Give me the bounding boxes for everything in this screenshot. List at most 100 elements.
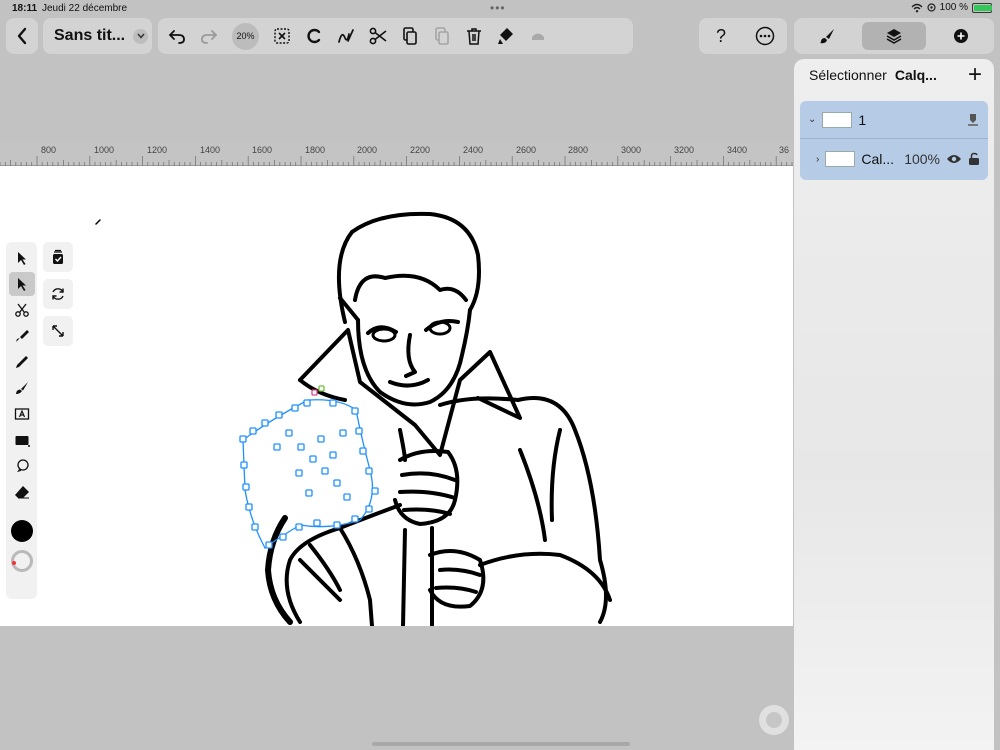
layer-name: Cal... [861,151,895,167]
add-layer-button[interactable]: + [968,63,982,87]
help-label: ? [715,25,726,46]
undo-icon [168,30,185,44]
fill-tool[interactable] [9,454,35,478]
brush-tab[interactable] [795,22,859,50]
expand-arrows-icon [52,325,64,337]
delete-icon [467,28,481,45]
add-tab[interactable] [929,22,993,50]
help-group: ? [699,18,787,54]
unlock-icon[interactable] [968,152,980,166]
chevron-down-icon[interactable]: ⌄ [808,114,816,125]
transform-scale-button[interactable] [43,316,73,346]
undo-button[interactable] [162,21,192,51]
deselect-icon [274,28,290,44]
paste-icon [435,27,449,45]
back-button[interactable] [6,18,38,54]
battery-icon [972,2,992,13]
arrow-outline-icon [17,252,26,265]
layer-group-card: ⌄ 1 › Cal... 100% [800,101,988,180]
layers-panel: Sélectionner Calq... + ⌄ 1 › Cal... 100% [794,59,994,750]
redo-button[interactable] [194,21,224,51]
brush-tool[interactable] [9,376,35,400]
text-tool[interactable] [9,402,35,426]
multitask-dots-icon[interactable]: ••• [490,1,506,15]
pen-tool[interactable] [9,324,35,348]
group-thumbnail [822,111,853,128]
cut-icon [369,27,387,45]
eye-icon[interactable] [946,153,962,165]
scissors-tool[interactable] [9,298,35,322]
text-box-icon [14,408,29,420]
eraser-icon [14,486,29,499]
redo-icon [201,30,218,44]
arrow-icon [17,278,26,291]
delete-button[interactable] [459,21,489,51]
ruler-label: 2600 [516,145,537,155]
tool-rail [6,242,37,599]
add-circle-icon [953,29,968,43]
main-toolbar: 20% [158,18,633,54]
scribble-button[interactable] [331,21,361,51]
battery-percent: 100 % [939,2,968,13]
fill-button[interactable] [491,21,521,51]
status-time: 18:11 [12,3,38,14]
ruler-label: 1600 [252,145,273,155]
document-title: Sans tit... [54,27,126,44]
more-icon [755,26,775,46]
selection-path [239,385,379,549]
floating-assistive-button[interactable] [759,705,789,735]
pencil-tool[interactable] [9,350,35,374]
scribble-icon [338,29,354,43]
copy-icon [403,27,417,45]
paste-button[interactable] [427,21,457,51]
ruler-label: 2000 [357,145,378,155]
drawing-canvas[interactable] [0,166,793,626]
status-date: Jeudi 22 décembre [42,3,128,14]
chevron-left-icon [17,27,27,45]
wifi-icon [911,3,923,12]
fill-icon [498,28,513,44]
layers-tab[interactable] [861,22,926,50]
eraser-fill-button[interactable] [523,21,553,51]
eraser-fill-icon [532,33,544,40]
rectangle-icon [15,436,30,447]
rotate-arrows-icon [52,288,64,300]
document-title-menu[interactable]: Sans tit... [43,18,152,54]
horizontal-ruler: 800 1000 1200 1400 1600 1800 2000 2200 2… [0,141,793,166]
layer-row[interactable]: › Cal... 100% [800,139,988,179]
ruler-label: 1200 [147,145,168,155]
scissors-icon [14,303,29,317]
chevron-down-icon [133,28,149,44]
layers-panel-title: Calq... [894,67,937,83]
select-layers-button[interactable]: Sélectionner [809,67,887,83]
fill-bucket-icon [16,459,29,472]
shape-tool[interactable] [9,428,35,452]
select-tool[interactable] [9,246,35,270]
ruler-label: 800 [41,145,57,155]
copy-button[interactable] [395,21,425,51]
deselect-button[interactable] [267,21,297,51]
rotate-icon [307,28,321,44]
select-all-button[interactable] [43,242,73,272]
ruler-label: 1400 [200,145,221,155]
stroke-color-swatch[interactable] [10,520,33,542]
layers-header: Sélectionner Calq... + [794,59,994,91]
layer-group-row[interactable]: ⌄ 1 [800,101,988,139]
group-name: 1 [858,111,867,128]
more-button[interactable] [750,21,780,51]
eraser-tool[interactable] [9,480,35,504]
fill-color-swatch[interactable] [10,550,33,572]
ruler-label: 36 [779,145,790,155]
transform-rotate-button[interactable] [43,279,73,309]
selection-side-tools [43,242,73,353]
ruler-label: 3400 [727,145,748,155]
cut-button[interactable] [363,21,393,51]
direct-select-tool[interactable] [8,272,35,296]
group-mask-icon [968,113,978,126]
lasso-button[interactable] [299,21,329,51]
chevron-right-icon[interactable]: › [816,154,819,165]
layer-opacity[interactable]: 100% [904,151,940,167]
zoom-indicator[interactable]: 20% [232,22,259,50]
paintbrush-icon [15,382,28,394]
help-button[interactable]: ? [706,21,736,51]
